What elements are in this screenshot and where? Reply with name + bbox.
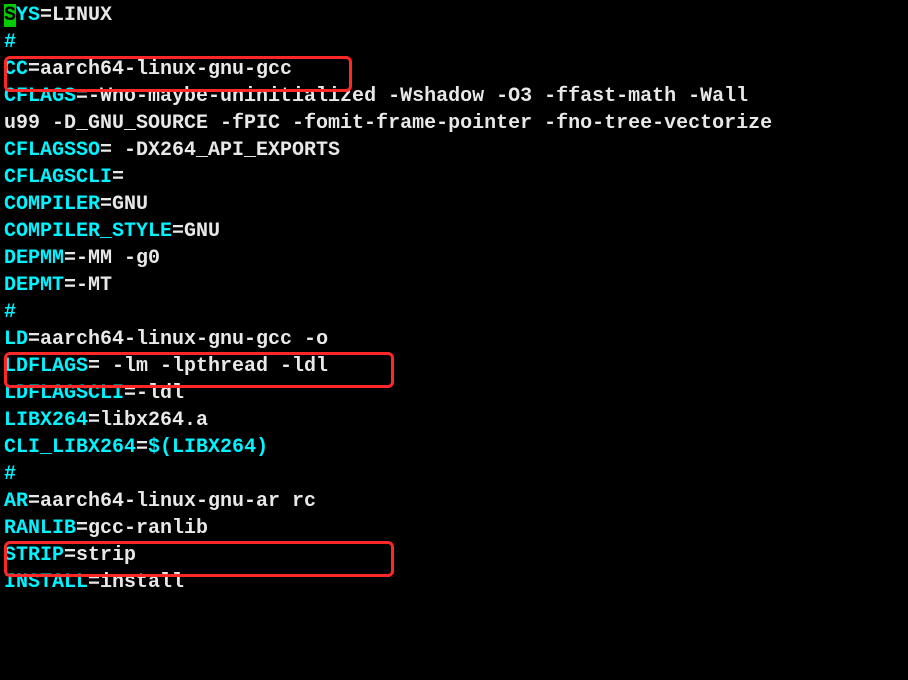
var-value: =libx264.a	[88, 409, 208, 432]
var-value: u99 -D_GNU_SOURCE -fPIC -fomit-frame-poi…	[4, 112, 772, 135]
config-line-ldflagscli: LDFLAGSCLI=-ldl	[4, 380, 904, 407]
config-line-install: INSTALL=install	[4, 569, 904, 596]
var-name: RANLIB	[4, 517, 76, 540]
var-name: COMPILER	[4, 193, 100, 216]
config-line-depmt: DEPMT=-MT	[4, 272, 904, 299]
config-line-comment: #	[4, 299, 904, 326]
var-value: =GNU	[172, 220, 220, 243]
config-line-cflags: CFLAGS=-Wno-maybe-uninitialized -Wshadow…	[4, 83, 904, 110]
var-name: CFLAGS	[4, 85, 76, 108]
comment: #	[4, 301, 16, 324]
var-name: CFLAGSCLI	[4, 166, 112, 189]
comment: #	[4, 31, 16, 54]
var-name: LIBX264	[4, 409, 88, 432]
comment: #	[4, 463, 16, 486]
config-line-libx264: LIBX264=libx264.a	[4, 407, 904, 434]
var-name: LDFLAGSCLI	[4, 382, 124, 405]
var-value: =	[112, 166, 124, 189]
var-name: CC	[4, 58, 28, 81]
var-value: =-MT	[64, 274, 112, 297]
var-name: DEPMT	[4, 274, 64, 297]
var-value: =gcc-ranlib	[76, 517, 208, 540]
var-value: = -lm -lpthread -ldl	[88, 355, 328, 378]
config-line-cflagscli: CFLAGSCLI=	[4, 164, 904, 191]
var-name: AR	[4, 490, 28, 513]
var-value: =-MM -g0	[64, 247, 160, 270]
config-line-compiler: COMPILER=GNU	[4, 191, 904, 218]
var-name: LD	[4, 328, 28, 351]
var-value: =strip	[64, 544, 136, 567]
var-value: =install	[88, 571, 184, 594]
config-line-cflags-cont: u99 -D_GNU_SOURCE -fPIC -fomit-frame-poi…	[4, 110, 904, 137]
config-line-ldflags: LDFLAGS= -lm -lpthread -ldl	[4, 353, 904, 380]
config-line-sys: SYS=LINUX	[4, 2, 904, 29]
var-value: =LINUX	[40, 4, 112, 27]
var-value: =-ldl	[124, 382, 184, 405]
config-line-ranlib: RANLIB=gcc-ranlib	[4, 515, 904, 542]
config-line-ld: LD=aarch64-linux-gnu-gcc -o	[4, 326, 904, 353]
config-line-ar: AR=aarch64-linux-gnu-ar rc	[4, 488, 904, 515]
config-line-cli-libx264: CLI_LIBX264=$(LIBX264)	[4, 434, 904, 461]
var-value: =	[136, 436, 148, 459]
config-line-strip: STRIP=strip	[4, 542, 904, 569]
var-name: DEPMM	[4, 247, 64, 270]
cursor: S	[4, 4, 16, 27]
config-line-compiler-style: COMPILER_STYLE=GNU	[4, 218, 904, 245]
config-line-comment: #	[4, 29, 904, 56]
var-value: = -DX264_API_EXPORTS	[100, 139, 340, 162]
var-value: =aarch64-linux-gnu-ar rc	[28, 490, 316, 513]
var-value: =-Wno-maybe-uninitialized -Wshadow -O3 -…	[76, 85, 748, 108]
var-name: CFLAGSSO	[4, 139, 100, 162]
var-value: =aarch64-linux-gnu-gcc	[28, 58, 292, 81]
var-value: =aarch64-linux-gnu-gcc -o	[28, 328, 328, 351]
config-line-cflagsso: CFLAGSSO= -DX264_API_EXPORTS	[4, 137, 904, 164]
var-name: LDFLAGS	[4, 355, 88, 378]
var-name: STRIP	[4, 544, 64, 567]
config-line-comment: #	[4, 461, 904, 488]
var-name: COMPILER_STYLE	[4, 220, 172, 243]
var-name: YS	[16, 4, 40, 27]
config-line-depmm: DEPMM=-MM -g0	[4, 245, 904, 272]
var-name: INSTALL	[4, 571, 88, 594]
var-value: =GNU	[100, 193, 148, 216]
var-name: CLI_LIBX264	[4, 436, 136, 459]
config-line-cc: CC=aarch64-linux-gnu-gcc	[4, 56, 904, 83]
var-ref: $(LIBX264)	[148, 436, 268, 459]
